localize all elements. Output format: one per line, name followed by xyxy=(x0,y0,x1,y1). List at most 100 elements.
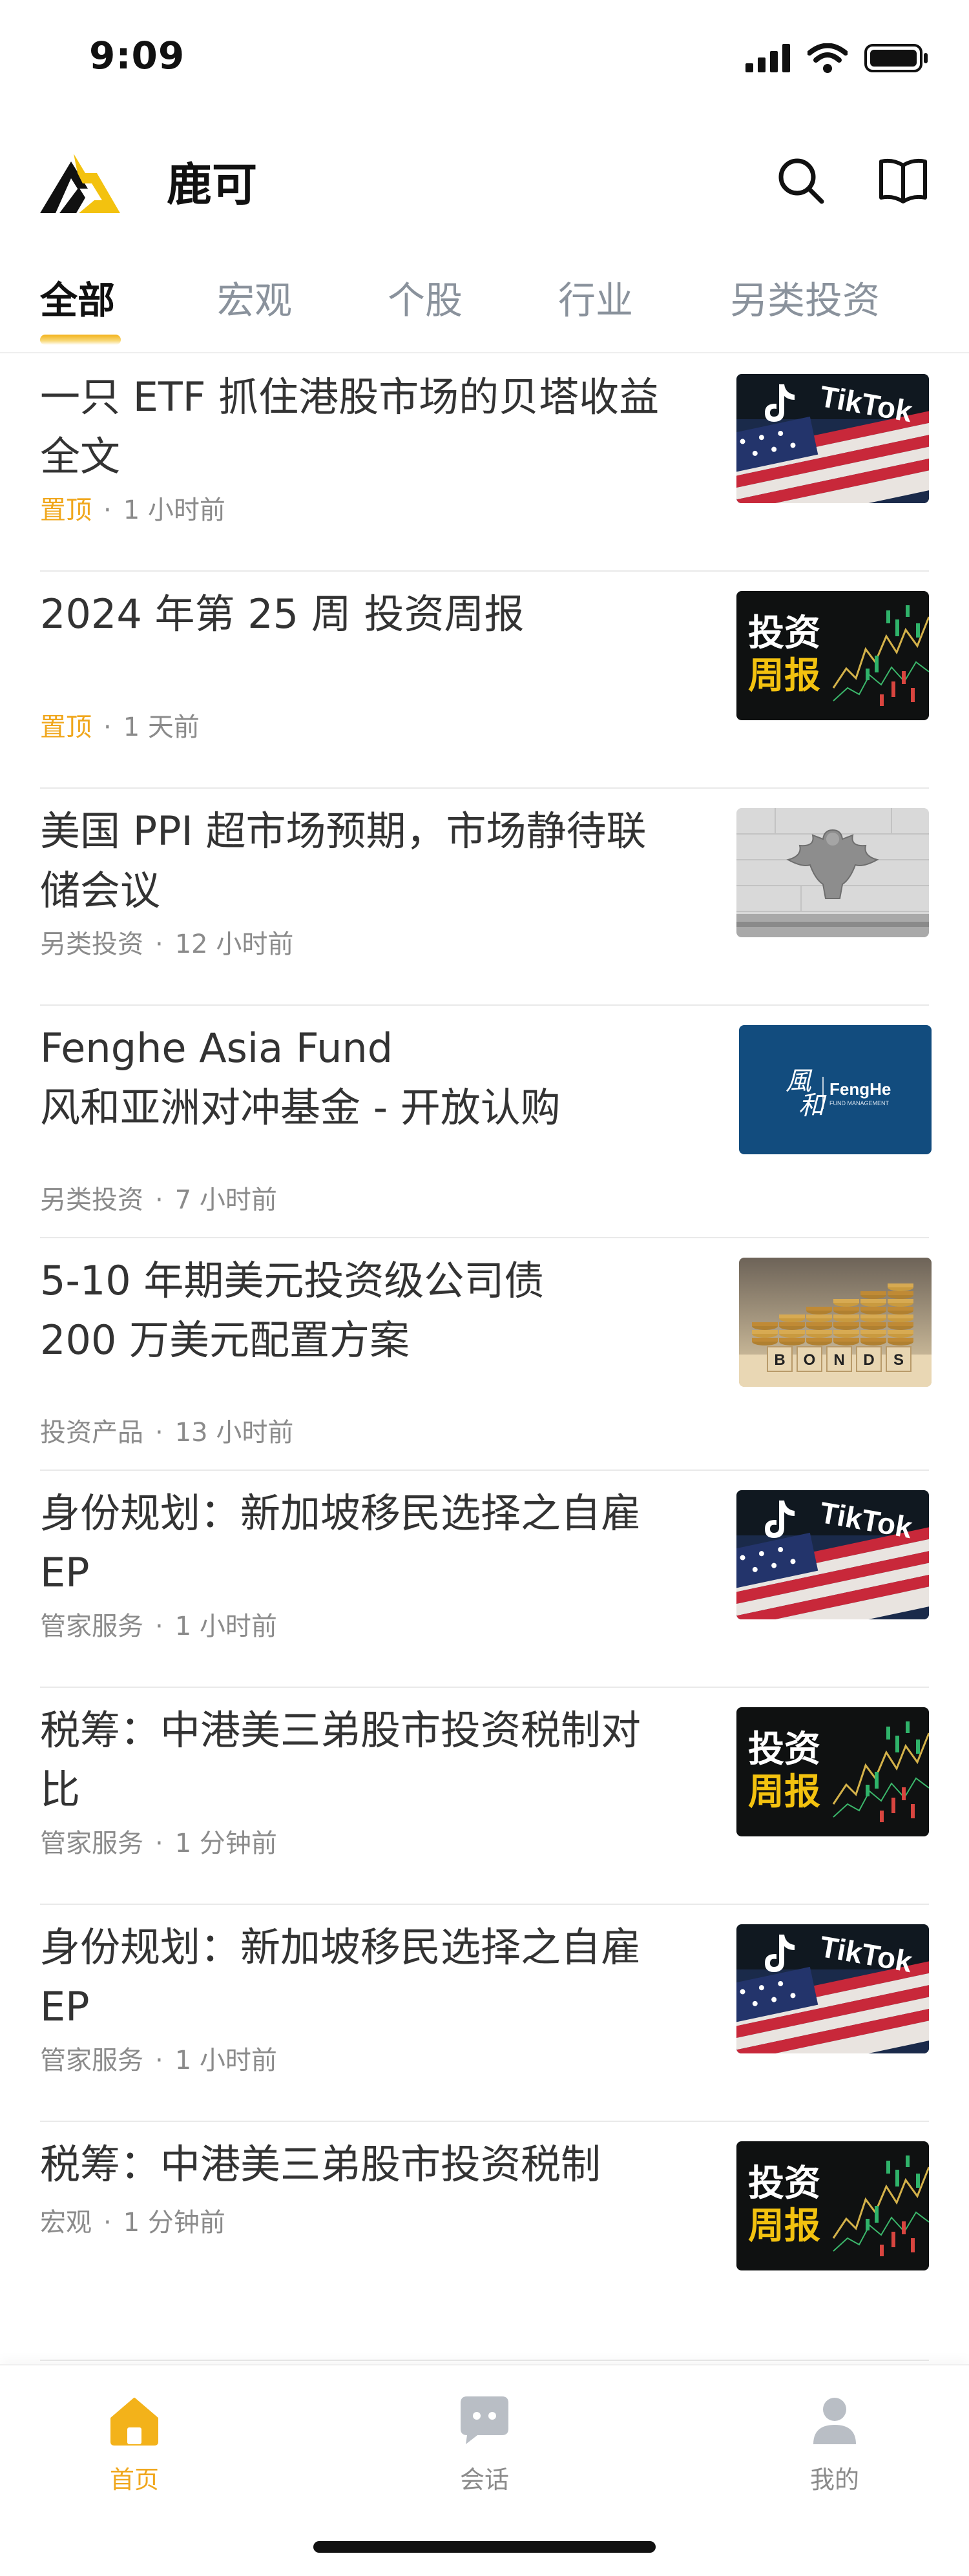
tab-industry[interactable]: 行业 xyxy=(558,270,633,324)
news-meta: 另类投资 · 12 小时前 xyxy=(40,923,293,961)
news-meta: 宏观 · 1 分钟前 xyxy=(40,2201,225,2239)
tab-all[interactable]: 全部 xyxy=(40,270,115,324)
meta-separator: · xyxy=(103,2208,112,2238)
news-time: 12 小时前 xyxy=(174,930,294,959)
news-meta: 管家服务 · 1 小时前 xyxy=(40,1605,277,1643)
news-time: 1 小时前 xyxy=(174,2046,277,2075)
svg-text:N: N xyxy=(833,1351,844,1369)
nav-chat[interactable]: 会话 xyxy=(420,2393,549,2495)
news-title: 美国 PPI 超市场预期，市场静待联储会议 xyxy=(40,807,647,914)
news-item[interactable]: Fenghe Asia Fund 风和亚洲对冲基金 - 开放认购另类投资 · 7 小… xyxy=(40,1004,932,1238)
svg-text:周报: 周报 xyxy=(748,655,820,697)
profile-icon xyxy=(807,2393,862,2448)
news-item[interactable]: 身份规划：新加坡移民选择之自雇 EP 管家服务 · 1 小时前 TikTok xyxy=(40,1904,929,2122)
category-tag: 管家服务 xyxy=(40,2046,143,2075)
news-meta: 另类投资 · 7 小时前 xyxy=(40,1179,277,1216)
news-meta: 投资产品 · 13 小时前 xyxy=(40,1411,293,1449)
news-thumbnail-fenghe: 風 和 FengHe FUND MANAGEMENT xyxy=(739,1025,932,1154)
svg-text:周报: 周报 xyxy=(748,2205,820,2247)
svg-text:投资: 投资 xyxy=(748,2163,820,2205)
tab-alternative[interactable]: 另类投资 xyxy=(730,270,880,324)
news-item[interactable]: 税筹：中港美三弟股市投资税制对比管家服务 · 1 分钟前 投资 周报 xyxy=(40,1687,929,1905)
news-time: 13 小时前 xyxy=(174,1418,294,1448)
news-item[interactable]: 税筹：中港美三弟股市投资税制 宏观 · 1 分钟前 投资 周报 xyxy=(40,2121,929,2361)
news-title: 税筹：中港美三弟股市投资税制对比 xyxy=(40,1707,641,1813)
status-time: 9:09 xyxy=(89,34,185,78)
news-title: 身份规划：新加坡移民选择之自雇 EP xyxy=(40,1924,641,2030)
meta-separator: · xyxy=(103,712,112,742)
news-thumbnail-tiktok: TikTok xyxy=(736,374,929,503)
svg-text:投资: 投资 xyxy=(748,612,820,654)
meta-separator: · xyxy=(103,495,112,525)
news-title: 身份规划：新加坡移民选择之自雇 EP xyxy=(40,1490,641,1596)
nav-profile[interactable]: 我的 xyxy=(770,2393,899,2495)
meta-separator: · xyxy=(155,1185,163,1215)
category-tag: 投资产品 xyxy=(40,1418,143,1448)
active-tab-indicator xyxy=(40,335,121,345)
category-tabs: 全部 宏观 个股 行业 另类投资 xyxy=(0,258,969,353)
svg-text:FUND MANAGEMENT: FUND MANAGEMENT xyxy=(829,1100,890,1106)
news-thumbnail-eagle xyxy=(736,808,929,937)
book-icon[interactable] xyxy=(877,155,929,207)
category-tag: 另类投资 xyxy=(40,1185,143,1215)
svg-text:周报: 周报 xyxy=(748,1771,820,1813)
news-time: 1 分钟前 xyxy=(123,2208,225,2238)
meta-separator: · xyxy=(155,1829,163,1858)
news-item[interactable]: 2024 年第 25 周 投资周报置顶 · 1 天前 投资 周报 xyxy=(40,570,929,789)
search-icon[interactable] xyxy=(775,155,827,207)
svg-text:D: D xyxy=(863,1351,874,1369)
meta-separator: · xyxy=(155,1612,163,1641)
home-icon xyxy=(107,2393,162,2448)
news-title: Fenghe Asia Fund 风和亚洲对冲基金 - 开放认购 xyxy=(40,1024,561,1131)
news-title: 一只 ETF 抓住港股市场的贝塔收益全文 xyxy=(40,373,660,480)
svg-text:O: O xyxy=(804,1351,816,1369)
news-thumbnail-weekly: 投资 周报 xyxy=(736,1707,929,1836)
news-time: 1 小时前 xyxy=(174,1612,277,1641)
news-meta: 管家服务 · 1 小时前 xyxy=(40,2039,277,2077)
home-indicator xyxy=(313,2541,656,2553)
news-time: 1 小时前 xyxy=(123,495,225,525)
svg-text:FengHe: FengHe xyxy=(829,1079,891,1099)
pinned-badge: 置顶 xyxy=(40,712,92,742)
tab-macro[interactable]: 宏观 xyxy=(217,270,292,324)
meta-separator: · xyxy=(155,1418,163,1448)
battery-icon xyxy=(864,43,929,76)
nav-home[interactable]: 首页 xyxy=(70,2393,199,2495)
chat-icon xyxy=(457,2393,512,2448)
pinned-badge: 置顶 xyxy=(40,495,92,525)
app-header: 鹿可 xyxy=(0,129,969,233)
news-thumbnail-tiktok: TikTok xyxy=(736,1490,929,1619)
news-time: 1 分钟前 xyxy=(174,1829,277,1858)
news-thumbnail-weekly: 投资 周报 xyxy=(736,2141,929,2270)
tab-stocks[interactable]: 个股 xyxy=(388,270,463,324)
meta-separator: · xyxy=(155,2046,163,2075)
news-thumbnail-tiktok: TikTok xyxy=(736,1924,929,2053)
news-item[interactable]: 美国 PPI 超市场预期，市场静待联储会议另类投资 · 12 小时前 xyxy=(40,787,929,1006)
news-time: 1 天前 xyxy=(123,712,200,742)
meta-separator: · xyxy=(155,930,163,959)
news-item[interactable]: 一只 ETF 抓住港股市场的贝塔收益全文置顶 · 1 小时前 TikTok xyxy=(40,353,929,572)
news-thumbnail-weekly: 投资 周报 xyxy=(736,591,929,720)
app-logo xyxy=(40,149,120,213)
svg-text:投资: 投资 xyxy=(748,1729,820,1771)
news-title: 2024 年第 25 周 投资周报 xyxy=(40,590,525,638)
news-item[interactable]: 身份规划：新加坡移民选择之自雇 EP 管家服务 · 1 小时前 TikTok xyxy=(40,1470,929,1688)
cellular-signal-icon xyxy=(745,44,791,75)
nav-chat-label: 会话 xyxy=(459,2466,509,2494)
news-thumbnail-bonds: B ON D S xyxy=(739,1258,932,1387)
svg-text:B: B xyxy=(774,1351,785,1369)
category-tag: 管家服务 xyxy=(40,1612,143,1641)
news-meta: 置顶 · 1 小时前 xyxy=(40,489,225,526)
status-bar: 9:09 xyxy=(0,0,969,116)
category-tag: 宏观 xyxy=(40,2208,92,2238)
news-item[interactable]: 5-10 年期美元投资级公司债 200 万美元配置方案投资产品 · 13 小时前 B… xyxy=(40,1237,932,1471)
category-tag: 管家服务 xyxy=(40,1829,143,1858)
news-meta: 管家服务 · 1 分钟前 xyxy=(40,1822,277,1860)
news-time: 7 小时前 xyxy=(174,1185,277,1215)
nav-home-label: 首页 xyxy=(109,2466,159,2494)
news-title: 5-10 年期美元投资级公司债 200 万美元配置方案 xyxy=(40,1257,545,1364)
wifi-icon xyxy=(807,43,848,76)
news-meta: 置顶 · 1 天前 xyxy=(40,706,200,743)
category-tag: 另类投资 xyxy=(40,930,143,959)
app-title: 鹿可 xyxy=(167,158,257,211)
